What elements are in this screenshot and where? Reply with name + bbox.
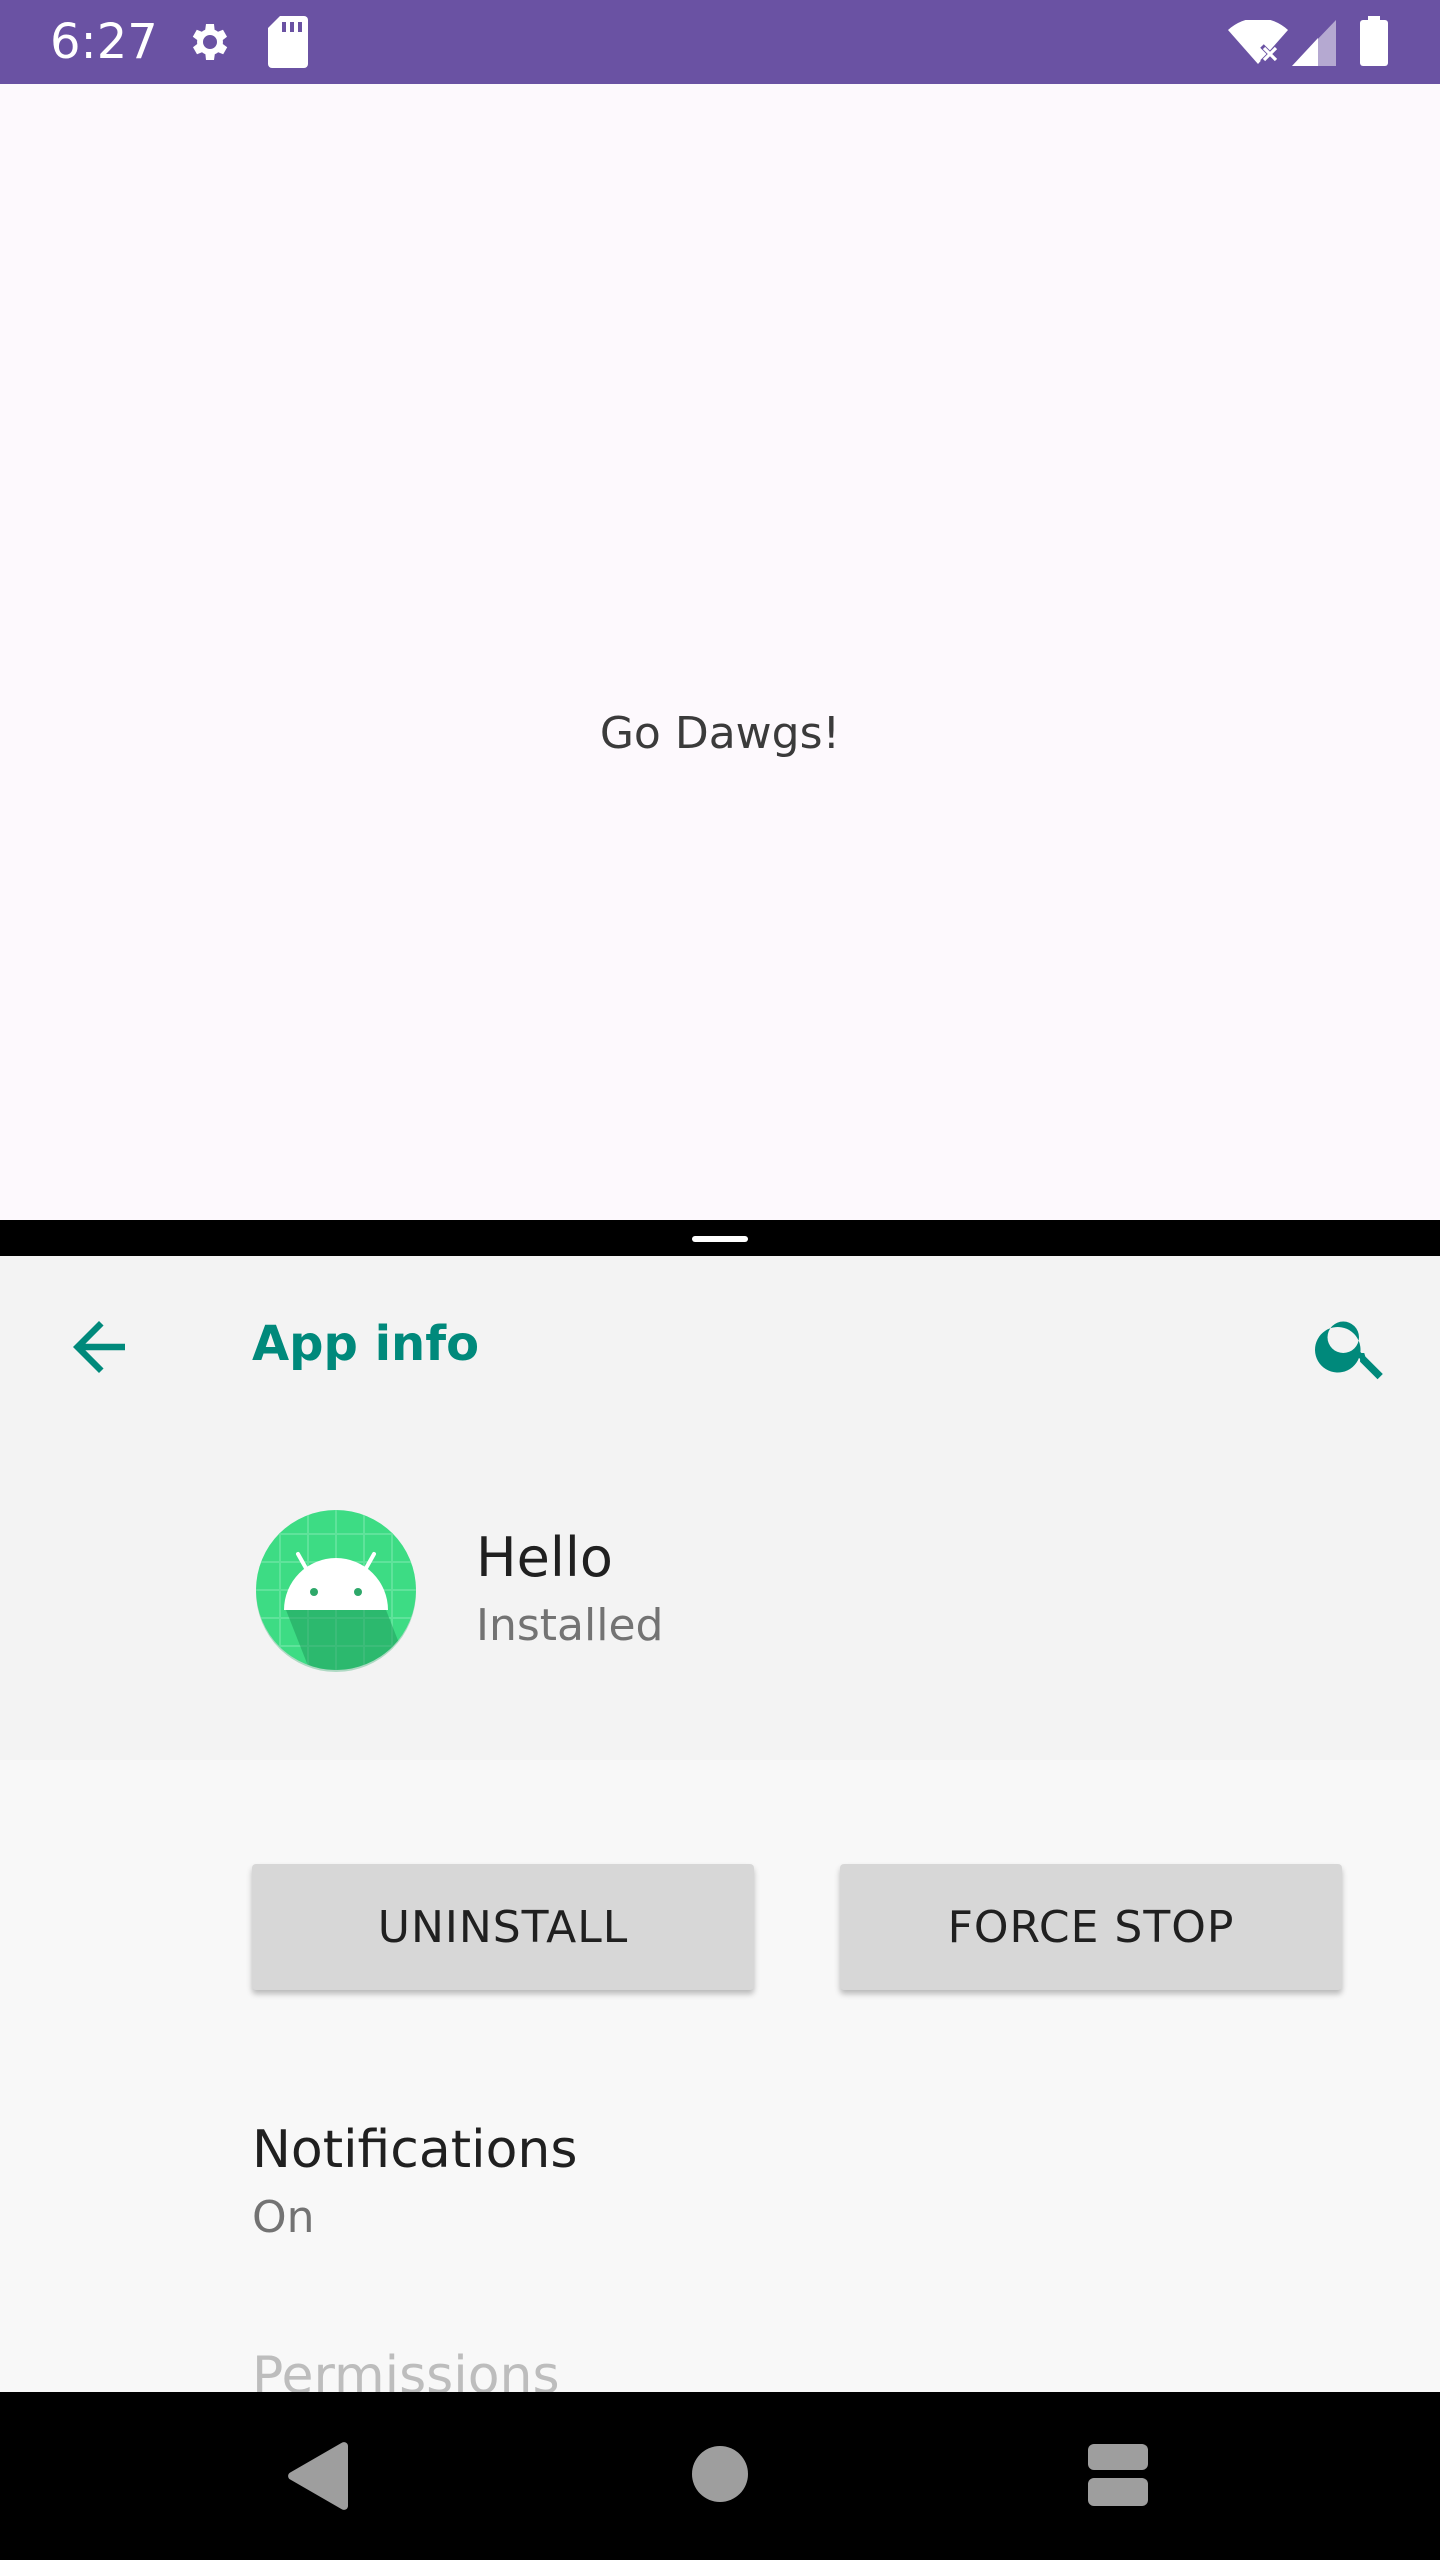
top-app-pane: Go Dawgs! — [0, 84, 1440, 1220]
wifi-off-icon — [1228, 20, 1288, 64]
app-name: Hello — [476, 1526, 613, 1589]
android-app-icon — [256, 1510, 416, 1672]
page-title: App info — [252, 1316, 480, 1372]
nav-home-icon[interactable] — [692, 2446, 748, 2502]
notifications-title: Notifications — [252, 2120, 578, 2180]
permissions-preference[interactable]: Permissions — [252, 2344, 1352, 2392]
nav-recents-icon[interactable] — [1088, 2444, 1148, 2506]
notifications-summary: On — [252, 2192, 315, 2243]
divider-handle[interactable] — [692, 1236, 748, 1242]
notifications-preference[interactable]: Notifications On — [252, 2118, 1352, 2246]
status-bar: 6:27 — [0, 0, 1440, 84]
go-dawgs-text: Go Dawgs! — [599, 708, 841, 759]
search-icon[interactable] — [1310, 1304, 1394, 1388]
status-time: 6:27 — [50, 14, 158, 70]
app-info-pane: App info Hello Installed UNINSTALL FORCE… — [0, 1256, 1440, 2392]
sd-card-icon — [268, 16, 308, 68]
back-arrow-icon[interactable] — [60, 1308, 138, 1386]
app-header: App info Hello Installed — [0, 1256, 1440, 1760]
permissions-title: Permissions — [252, 2346, 560, 2392]
signal-icon — [1292, 20, 1336, 66]
app-install-status: Installed — [476, 1600, 664, 1651]
nav-back-icon[interactable] — [288, 2442, 348, 2510]
uninstall-button[interactable]: UNINSTALL — [252, 1864, 754, 1990]
gear-icon — [192, 24, 228, 60]
navigation-bar — [0, 2392, 1440, 2560]
battery-icon — [1360, 16, 1388, 66]
split-screen-divider[interactable] — [0, 1220, 1440, 1256]
force-stop-button[interactable]: FORCE STOP — [840, 1864, 1342, 1990]
